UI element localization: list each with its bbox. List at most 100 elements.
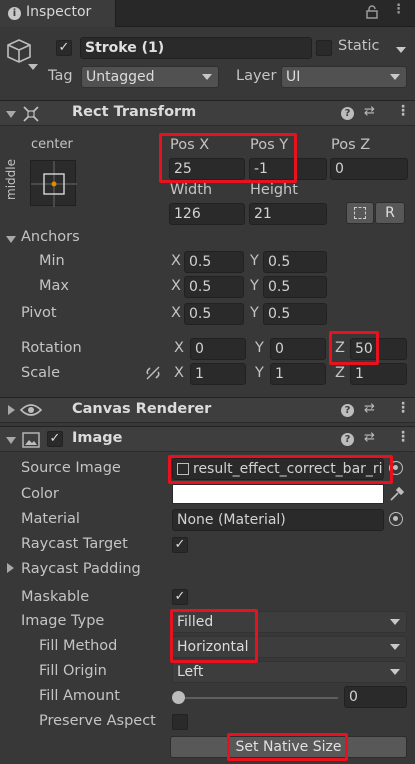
raycast-target-checkbox[interactable]: ✓: [172, 537, 188, 553]
tag-value: Untagged: [86, 69, 155, 85]
raycast-padding-label: Raycast Padding: [21, 561, 141, 577]
layer-label: Layer: [236, 68, 277, 84]
width-field[interactable]: 126: [169, 203, 245, 225]
rect-transform-header[interactable]: Rect Transform ? ⇄ ⋮: [0, 100, 415, 126]
blueprint-icon: [354, 207, 366, 219]
object-picker-icon[interactable]: [389, 461, 403, 475]
static-dropdown-arrow-icon[interactable]: [396, 47, 406, 53]
color-swatch[interactable]: [172, 484, 384, 504]
rotation-z-axis-label: Z: [335, 340, 345, 356]
maskable-checkbox[interactable]: ✓: [172, 589, 188, 605]
presets-icon[interactable]: ⇄: [364, 401, 375, 416]
help-icon[interactable]: ?: [341, 433, 354, 446]
fill-method-label: Fill Method: [39, 638, 118, 654]
max-label: Max: [39, 278, 69, 294]
pos-z-label: Pos Z: [331, 137, 371, 153]
scale-x-axis-label: X: [174, 365, 184, 381]
rect-transform-icon: [22, 105, 40, 127]
inspector-tab[interactable]: i Inspector: [0, 0, 116, 27]
presets-icon[interactable]: ⇄: [364, 430, 375, 445]
anchors-foldout-icon[interactable]: [6, 236, 16, 243]
pivot-y-field[interactable]: 0.5: [263, 303, 327, 325]
kebab-menu-icon[interactable]: ⋮: [392, 2, 405, 17]
pos-y-label: Pos Y: [250, 137, 289, 153]
rotation-y-axis-label: Y: [255, 340, 264, 356]
chevron-down-icon: [390, 619, 400, 625]
image-enabled-checkbox[interactable]: ✓: [47, 431, 63, 447]
sprite-icon: [177, 463, 189, 475]
canvas-renderer-header[interactable]: Canvas Renderer ? ⇄ ⋮: [0, 397, 415, 423]
foldout-collapsed-icon[interactable]: [8, 405, 15, 415]
min-y-axis-label: Y: [250, 253, 259, 269]
unlink-scale-icon[interactable]: [145, 365, 161, 385]
foldout-expanded-icon[interactable]: [6, 437, 16, 444]
pivot-x-field[interactable]: 0.5: [184, 303, 244, 325]
object-picker-icon[interactable]: [389, 512, 403, 526]
foldout-expanded-icon[interactable]: [6, 111, 16, 118]
inspector-tab-bar: i Inspector ⋮: [0, 0, 415, 27]
anchor-preset-side-label: middle: [4, 159, 18, 200]
presets-icon[interactable]: ⇄: [364, 104, 375, 119]
anchor-preset-button[interactable]: [30, 160, 77, 207]
layer-dropdown[interactable]: UI: [281, 66, 407, 88]
eyedropper-icon[interactable]: [389, 486, 405, 506]
source-image-field[interactable]: result_effect_correct_bar_rig: [172, 458, 384, 480]
chevron-down-icon: [390, 669, 400, 675]
fill-amount-slider-handle[interactable]: [172, 691, 185, 704]
material-label: Material: [21, 511, 80, 527]
scale-x-field[interactable]: 1: [190, 363, 246, 385]
static-checkbox[interactable]: [316, 40, 332, 56]
tag-dropdown[interactable]: Untagged: [81, 66, 219, 88]
help-icon[interactable]: ?: [341, 107, 354, 120]
max-y-field[interactable]: 0.5: [263, 276, 327, 298]
gameobject-active-checkbox[interactable]: ✓: [56, 40, 72, 56]
rotation-label: Rotation: [21, 340, 82, 356]
image-type-dropdown[interactable]: Filled: [172, 611, 407, 633]
scale-z-axis-label: Z: [335, 365, 345, 381]
raycast-padding-foldout-icon[interactable]: [7, 563, 14, 573]
preserve-aspect-checkbox[interactable]: [172, 714, 188, 730]
height-field[interactable]: 21: [249, 203, 327, 225]
rotation-x-field[interactable]: 0: [190, 338, 246, 360]
component-menu-icon[interactable]: ⋮: [396, 400, 410, 416]
preserve-aspect-label: Preserve Aspect: [39, 713, 156, 729]
set-native-size-button[interactable]: Set Native Size: [170, 736, 407, 758]
anchor-preset-top-label: center: [31, 137, 73, 152]
scale-label: Scale: [21, 365, 61, 381]
fill-amount-field[interactable]: 0: [344, 686, 407, 708]
height-label: Height: [250, 182, 298, 198]
raw-edit-button[interactable]: R: [375, 202, 405, 224]
max-x-axis-label: X: [171, 278, 181, 294]
blueprint-mode-button[interactable]: [346, 202, 374, 224]
rotation-y-field[interactable]: 0: [270, 338, 326, 360]
scale-z-field[interactable]: 1: [350, 363, 407, 385]
fill-method-dropdown[interactable]: Horizontal: [172, 636, 407, 658]
help-icon[interactable]: ?: [341, 404, 354, 417]
gameobject-name-field[interactable]: Stroke (1): [80, 37, 312, 59]
rotation-z-field[interactable]: 50: [350, 338, 407, 360]
icon-dropdown-arrow-icon[interactable]: [28, 64, 38, 70]
material-field[interactable]: None (Material): [172, 509, 384, 531]
pos-x-field[interactable]: 25: [169, 158, 245, 180]
component-menu-icon[interactable]: ⋮: [396, 429, 410, 445]
source-image-value: result_effect_correct_bar_rig: [193, 461, 384, 477]
raycast-target-label: Raycast Target: [21, 536, 128, 552]
source-image-label: Source Image: [21, 460, 121, 476]
max-x-field[interactable]: 0.5: [184, 276, 244, 298]
max-y-axis-label: Y: [250, 278, 259, 294]
lock-icon[interactable]: [366, 5, 378, 23]
fill-amount-slider-track[interactable]: [178, 697, 338, 699]
min-y-field[interactable]: 0.5: [263, 251, 327, 273]
scale-y-field[interactable]: 1: [270, 363, 326, 385]
pivot-label: Pivot: [21, 305, 57, 321]
fill-origin-dropdown[interactable]: Left: [172, 661, 407, 683]
pos-x-label: Pos X: [170, 137, 210, 153]
min-x-field[interactable]: 0.5: [184, 251, 244, 273]
image-header[interactable]: ✓ Image ? ⇄ ⋮: [0, 426, 415, 452]
fill-method-value: Horizontal: [177, 639, 249, 655]
layer-value: UI: [286, 69, 301, 85]
component-menu-icon[interactable]: ⋮: [396, 103, 410, 119]
pos-y-field[interactable]: -1: [249, 158, 327, 180]
pivot-y-axis-label: Y: [250, 305, 259, 321]
pos-z-field[interactable]: 0: [330, 158, 408, 180]
